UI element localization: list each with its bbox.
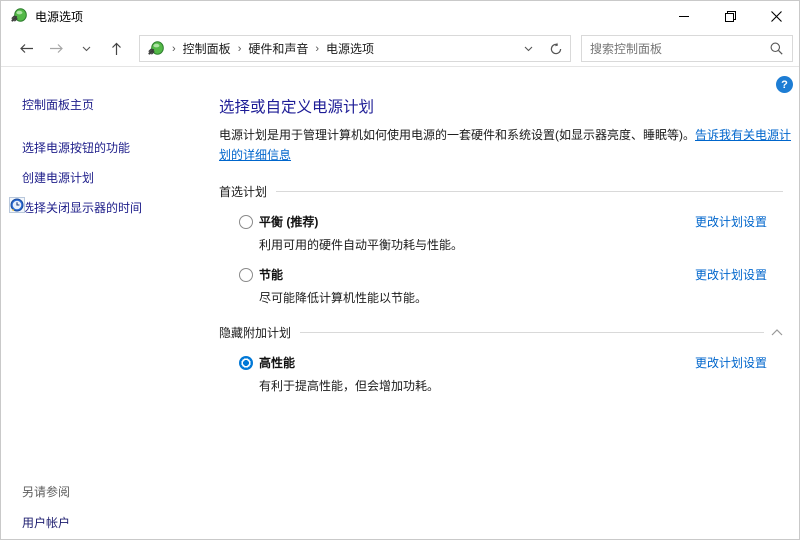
close-button[interactable] (753, 1, 799, 31)
radio-balanced[interactable] (239, 214, 253, 229)
window-controls (661, 1, 799, 31)
plan-row-high-performance: 高性能 更改计划设置 (219, 354, 800, 371)
address-bar[interactable]: › 控制面板 › 硬件和声音 › 电源选项 (139, 35, 571, 62)
forward-button[interactable] (41, 35, 71, 63)
see-also-header: 另请参阅 (22, 485, 71, 499)
clock-icon (9, 197, 25, 213)
change-plan-settings-link-balanced[interactable]: 更改计划设置 (695, 213, 767, 230)
breadcrumb-chevron-icon[interactable]: › (313, 43, 321, 55)
intro-text: 电源计划是用于管理计算机如何使用电源的一套硬件和系统设置(如显示器亮度、睡眠等)… (219, 128, 695, 142)
intro-paragraph: 电源计划是用于管理计算机如何使用电源的一套硬件和系统设置(如显示器亮度、睡眠等)… (219, 126, 791, 165)
sidebar-item-user-accounts[interactable]: 用户帐户 (22, 514, 70, 531)
navigation-bar: › 控制面板 › 硬件和声音 › 电源选项 (1, 31, 799, 67)
collapse-section-button[interactable] (771, 329, 783, 336)
plan-row-power-saver: 节能 更改计划设置 (219, 266, 800, 283)
plan-description: 利用可用的硬件自动平衡功耗与性能。 (259, 238, 464, 252)
section-hidden-plans: 隐藏附加计划 (219, 324, 783, 341)
plan-description: 尽可能降低计算机性能以节能。 (259, 291, 428, 305)
back-button[interactable] (11, 35, 41, 63)
up-icon (111, 42, 121, 55)
content-area: 控制面板主页 选择电源按钮的功能 创建电源计划 选择关闭显示器的时间 另请参阅 … (1, 67, 799, 539)
power-options-window: 电源选项 › 控制面板 › 硬件和声音 › 电源选项 搜索控制面板 控制面板主页… (0, 0, 800, 540)
sidebar-item-label: 选择关闭显示器的时间 (22, 201, 143, 215)
window-title: 电源选项 (35, 9, 84, 24)
minimize-button[interactable] (661, 1, 707, 31)
up-button[interactable] (101, 35, 131, 63)
section-label: 首选计划 (219, 185, 268, 199)
chevron-down-icon (82, 46, 90, 51)
title-bar: 电源选项 (1, 1, 799, 31)
refresh-button[interactable] (542, 36, 570, 61)
breadcrumb-power-options[interactable]: 电源选项 (321, 40, 379, 57)
main-panel: ? 选择或自定义电源计划 电源计划是用于管理计算机如何使用电源的一套硬件和系统设… (219, 67, 800, 539)
minimize-icon (679, 15, 689, 17)
plan-name: 节能 (259, 268, 284, 282)
section-preferred-plans: 首选计划 (219, 183, 783, 200)
change-plan-settings-link-power-saver[interactable]: 更改计划设置 (695, 266, 767, 283)
plan-row-balanced: 平衡 (推荐) 更改计划设置 (219, 213, 800, 230)
power-options-small-icon (148, 40, 164, 55)
address-dropdown-button[interactable] (514, 36, 542, 61)
recent-pages-dropdown[interactable] (71, 35, 101, 63)
section-divider (300, 332, 764, 333)
forward-icon (49, 44, 63, 53)
refresh-icon (550, 42, 562, 54)
radio-high-performance[interactable] (239, 355, 253, 370)
plan-name: 平衡 (推荐) (259, 215, 319, 229)
sidebar-item-display-off-time[interactable]: 选择关闭显示器的时间 (9, 193, 219, 223)
breadcrumb-hardware-sound[interactable]: 硬件和声音 (243, 40, 313, 57)
back-icon (19, 44, 33, 53)
radio-power-saver[interactable] (239, 267, 253, 282)
see-also-group: 另请参阅 用户帐户 (22, 483, 70, 531)
chevron-down-icon (524, 46, 532, 51)
restore-icon (724, 10, 736, 22)
section-divider (276, 191, 783, 192)
page-title: 选择或自定义电源计划 (219, 99, 375, 116)
section-label: 隐藏附加计划 (219, 326, 292, 340)
close-icon (770, 10, 782, 22)
sidebar-item-control-panel-home[interactable]: 控制面板主页 (22, 96, 219, 113)
search-input[interactable] (582, 41, 770, 56)
plan-description: 有利于提高性能，但会增加功耗。 (259, 379, 440, 393)
sidebar: 控制面板主页 选择电源按钮的功能 创建电源计划 选择关闭显示器的时间 另请参阅 … (1, 67, 219, 539)
breadcrumb-chevron-icon[interactable]: › (236, 43, 244, 55)
sidebar-item-create-power-plan[interactable]: 创建电源计划 (22, 163, 219, 193)
plan-name: 高性能 (259, 356, 296, 370)
breadcrumb-chevron-icon[interactable]: › (170, 43, 178, 55)
search-icon[interactable] (770, 42, 783, 55)
power-options-icon (11, 8, 27, 22)
search-box (581, 35, 793, 62)
sidebar-item-power-button-function[interactable]: 选择电源按钮的功能 (22, 133, 219, 163)
change-plan-settings-link-high-performance[interactable]: 更改计划设置 (695, 354, 767, 371)
help-button[interactable]: ? (776, 76, 793, 93)
chevron-up-icon (771, 329, 783, 336)
restore-button[interactable] (707, 1, 753, 31)
question-mark-icon: ? (781, 78, 788, 91)
address-bar-controls (514, 36, 570, 61)
breadcrumb-control-panel[interactable]: 控制面板 (178, 40, 236, 57)
